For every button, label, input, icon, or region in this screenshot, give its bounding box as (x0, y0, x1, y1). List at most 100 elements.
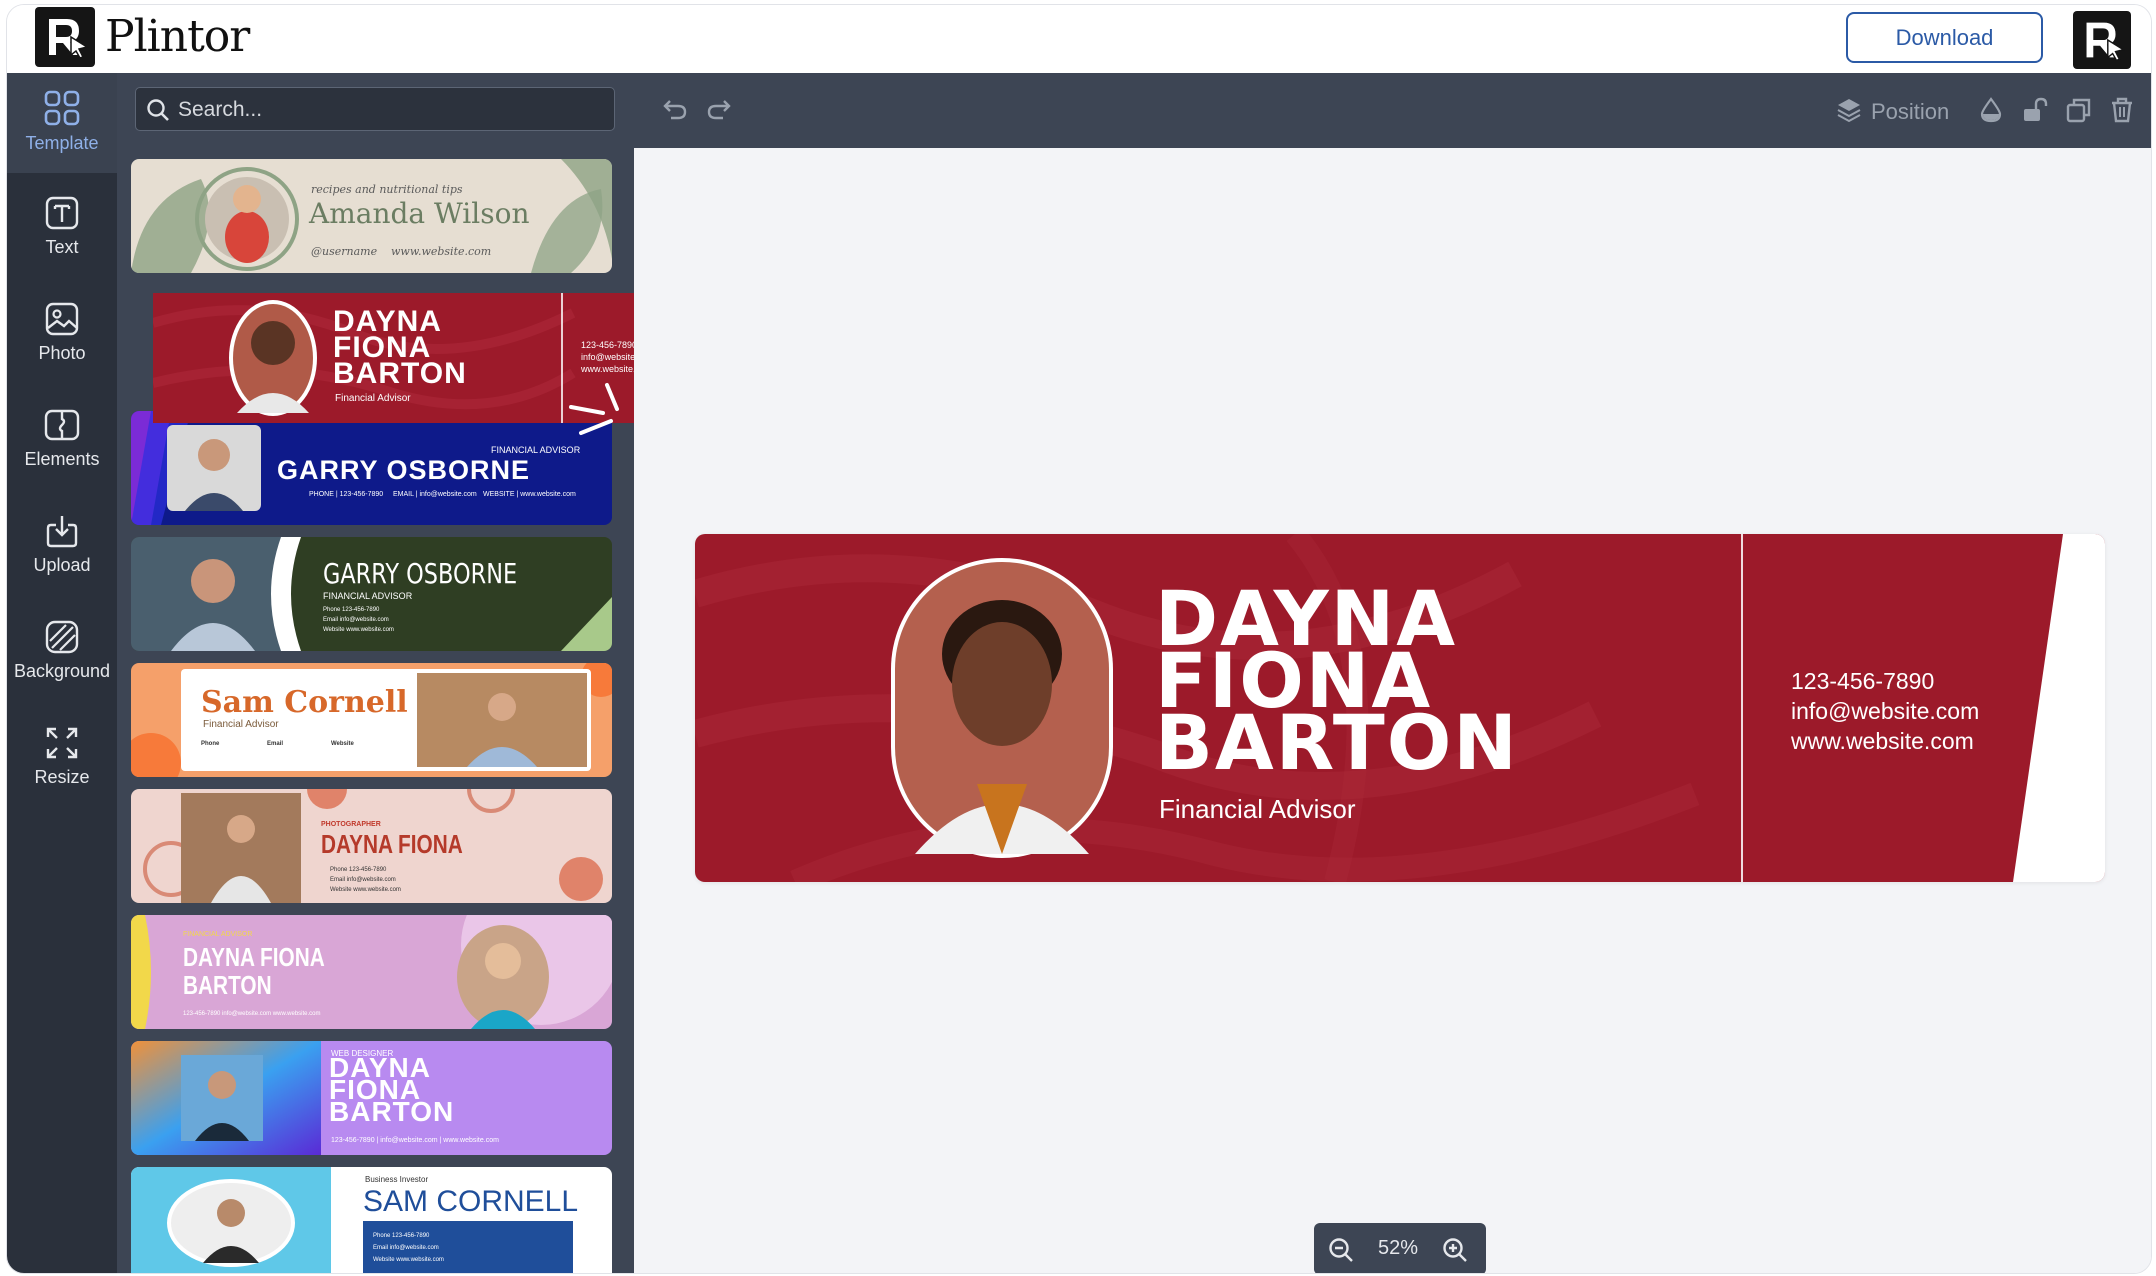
template-phone: Phone 123-456-7890 (323, 607, 380, 613)
text-icon (45, 196, 79, 230)
dragged-name-line3: BARTON (333, 357, 467, 390)
template-name: DAYNA FIONA (321, 829, 463, 859)
template-name-line1: DAYNA FIONA (183, 942, 325, 972)
template-thumb-dayna-purple[interactable]: FINANCIAL ADVISOR DAYNA FIONA BARTON 123… (131, 915, 612, 1029)
rail-photo-label: Photo (38, 343, 86, 363)
zoom-value: 52% (1378, 1237, 1419, 1259)
duplicate-icon[interactable] (2066, 97, 2092, 123)
rail-background-label: Background (13, 661, 111, 681)
template-thumb-business[interactable]: Business Investor SAM CORNELL Phone 123-… (131, 1167, 612, 1273)
logo-icon (35, 7, 95, 67)
template-thumb-sam-cornell[interactable]: Sam Cornell Financial Advisor Phone Emai… (131, 663, 612, 777)
layers-icon[interactable] (1836, 97, 1862, 123)
banner-contacts: 123-456-7890 info@website.com www.websit… (1791, 666, 1979, 756)
template-contacts: 123-456-7890 | info@website.com | www.we… (331, 1137, 499, 1144)
rail-upload-label: Upload (33, 555, 91, 575)
template-role: Financial Advisor (203, 719, 279, 730)
template-name-block: DAYNA FIONA BARTON (329, 1054, 455, 1127)
tool-rail: Template Text Photo Elements Upload Back… (7, 73, 117, 1273)
banner-name-line3[interactable]: BARTON (1155, 705, 1519, 781)
template-web: Website www.website.com (373, 1257, 444, 1263)
dragged-role: Financial Advisor (335, 393, 411, 404)
banner-phone[interactable]: 123-456-7890 (1791, 666, 1979, 696)
image-icon (45, 302, 79, 336)
redo-icon[interactable] (706, 97, 732, 121)
template-role: FINANCIAL ADVISOR (323, 591, 413, 601)
rail-background[interactable]: Background (7, 603, 117, 703)
template-panel: recipes and nutritional tips Amanda Wils… (117, 73, 634, 1273)
rail-text-label: Text (45, 237, 79, 257)
template-email: Email info@website.com (330, 877, 396, 883)
rail-upload[interactable]: Upload (7, 497, 117, 597)
template-thumb-garry-blue[interactable]: FINANCIAL ADVISOR GARRY OSBORNE PHONE | … (131, 411, 612, 525)
template-web: WEBSITE | www.website.com (483, 491, 576, 498)
template-name: GARRY OSBORNE (277, 455, 531, 485)
template-handle: @username (311, 245, 378, 258)
template-site: www.website.com (391, 245, 492, 258)
template-phone: Phone 123-456-7890 (330, 867, 387, 873)
app-frame: Plintor Download Template Text Photo Ele… (6, 4, 2152, 1274)
template-contacts: 123-456-7890 info@website.com www.websit… (183, 1011, 321, 1017)
background-icon (45, 620, 79, 654)
banner-web[interactable]: www.website.com (1791, 726, 1979, 756)
rail-elements[interactable]: Elements (7, 391, 117, 491)
banner-email[interactable]: info@website.com (1791, 696, 1979, 726)
top-bar: Plintor Download (7, 5, 2151, 73)
grid-icon (44, 90, 80, 126)
rail-resize-label: Resize (34, 767, 90, 787)
zoom-out-icon[interactable] (1328, 1237, 1354, 1263)
template-web: Website (331, 741, 354, 747)
search-icon (147, 99, 169, 121)
template-email: Email info@website.com (373, 1245, 439, 1251)
banner-name-block: DAYNA FIONA BARTON (1155, 581, 1519, 781)
resize-icon (46, 727, 78, 759)
template-role: PHOTOGRAPHER (321, 821, 381, 828)
template-name: Sam Cornell (201, 685, 408, 720)
template-name-line3: BARTON (329, 1096, 455, 1127)
template-phone: PHONE | 123-456-7890 (309, 491, 384, 498)
rail-template-label: Template (25, 133, 99, 153)
unlock-icon[interactable] (2022, 97, 2048, 123)
template-email: Email (267, 741, 284, 747)
rail-elements-label: Elements (24, 449, 100, 469)
template-phone: Phone (201, 741, 220, 747)
rail-template[interactable]: Template (7, 73, 117, 173)
template-thumb-web-designer[interactable]: WEB DESIGNER DAYNA FIONA BARTON 123-456-… (131, 1041, 612, 1155)
template-role: FINANCIAL ADVISOR (183, 931, 253, 938)
template-tagline: recipes and nutritional tips (311, 183, 463, 196)
template-name: Amanda Wilson (309, 197, 530, 230)
rail-photo[interactable]: Photo (7, 285, 117, 385)
template-thumb-garry-green[interactable]: GARRY OSBORNE FINANCIAL ADVISOR Phone 12… (131, 537, 612, 651)
zoom-in-icon[interactable] (1442, 1237, 1468, 1263)
opacity-drop-icon[interactable] (1980, 97, 2002, 123)
dragged-name-block: DAYNA FIONA BARTON (333, 307, 467, 390)
template-phone: Phone 123-456-7890 (373, 1233, 430, 1239)
template-name: SAM CORNELL (363, 1185, 579, 1218)
position-label[interactable]: Position (1871, 99, 1949, 125)
template-email: Email info@website.com (323, 617, 389, 623)
trash-icon[interactable] (2110, 97, 2134, 123)
upload-icon (46, 516, 78, 548)
template-email: EMAIL | info@website.com (393, 491, 477, 498)
rail-resize[interactable]: Resize (7, 709, 117, 809)
download-button[interactable]: Download (1846, 12, 2043, 63)
template-name-line2: BARTON (183, 970, 272, 1000)
zoom-control: 52% (1314, 1223, 1486, 1273)
template-thumb-amanda[interactable]: recipes and nutritional tips Amanda Wils… (131, 159, 612, 273)
search-input[interactable] (176, 94, 600, 126)
email-signature-banner[interactable]: DAYNA FIONA BARTON Financial Advisor 123… (695, 534, 2105, 882)
account-avatar-icon[interactable] (2073, 11, 2131, 69)
elements-icon (44, 409, 80, 441)
editor-toolbar: Position (634, 73, 2151, 148)
template-web: Website www.website.com (323, 627, 394, 633)
rail-text[interactable]: Text (7, 179, 117, 279)
undo-icon[interactable] (662, 97, 688, 121)
search-box (135, 87, 615, 131)
template-name-block: DAYNA FIONA BARTON (183, 943, 325, 999)
app-name: Plintor (105, 11, 250, 62)
template-thumb-photographer[interactable]: PHOTOGRAPHER DAYNA FIONA Phone 123-456-7… (131, 789, 612, 903)
template-name: GARRY OSBORNE (323, 557, 518, 590)
template-web: Website www.website.com (330, 887, 401, 893)
template-role: Business Investor (365, 1175, 429, 1184)
banner-role[interactable]: Financial Advisor (1159, 794, 1356, 825)
